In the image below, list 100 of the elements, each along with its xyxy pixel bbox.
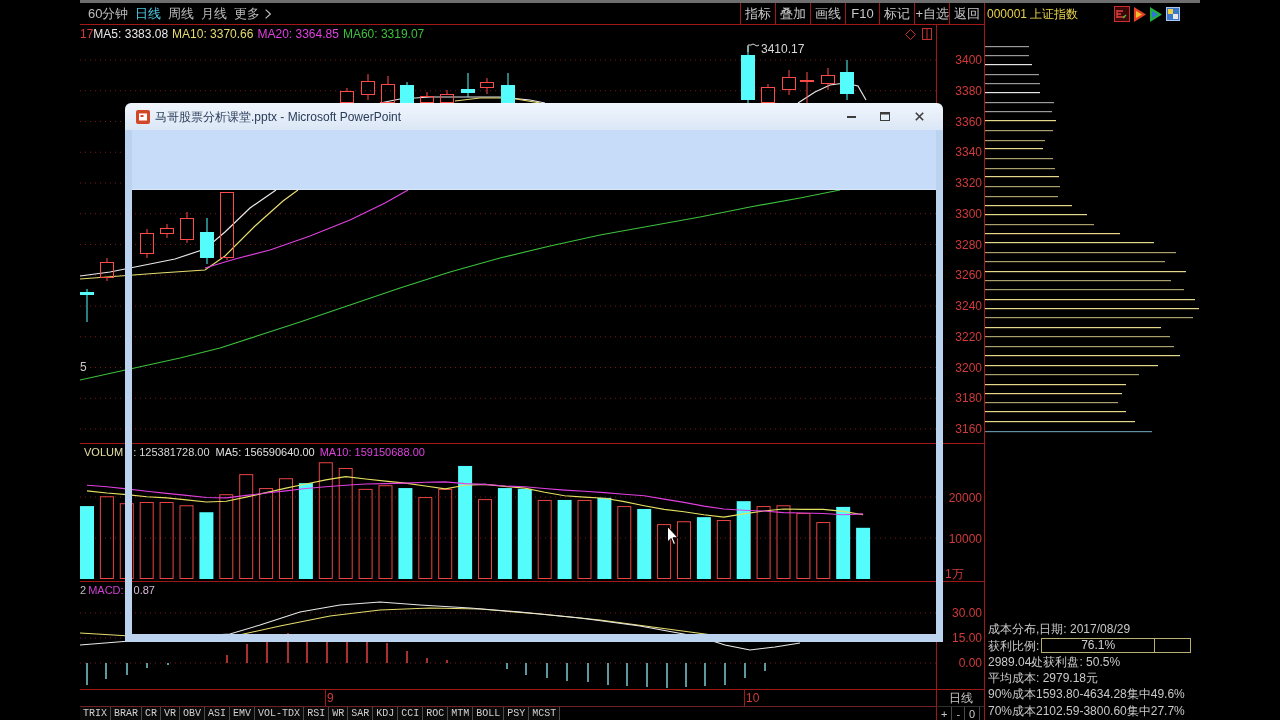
rising-candle <box>361 73 375 101</box>
stock-title: 000001 上证指数 <box>987 7 1079 21</box>
profit-ratio-label: 获利比例: <box>988 637 1040 654</box>
indicator-tab[interactable]: EMV <box>230 707 256 720</box>
rising-candle <box>340 87 354 103</box>
toolbar-button[interactable]: +自选 <box>914 3 950 24</box>
legend-fragment: 17 <box>80 27 94 41</box>
rising-candle <box>180 211 194 244</box>
indicator-tab[interactable]: ASI <box>205 707 231 720</box>
price-axis-label: 3260 <box>955 268 982 283</box>
indicator-tab[interactable]: TRIX <box>80 707 111 720</box>
ma5-line <box>797 82 867 104</box>
price-axis-label: 3320 <box>955 176 982 190</box>
mouse-pointer-icon <box>667 526 679 545</box>
rising-candle <box>761 83 775 103</box>
indicator-tab[interactable]: VR <box>161 707 181 720</box>
app-icon <box>136 109 150 124</box>
indicator-tab[interactable]: CR <box>142 707 162 720</box>
falling-candle <box>80 288 94 323</box>
rising-candle <box>100 257 114 282</box>
indicator-tab[interactable]: PSY <box>504 707 530 720</box>
period-tab[interactable]: 日线 <box>135 5 162 22</box>
price-axis-label: 3240 <box>955 299 982 313</box>
y-tick-label: 20000 <box>948 490 982 505</box>
falling-candle <box>400 81 414 104</box>
price-axis-label: 3200 <box>955 360 982 375</box>
indicator-tab[interactable]: CCI <box>398 707 424 720</box>
price-axis-label: 3220 <box>955 329 982 344</box>
maximize-icon <box>880 112 890 121</box>
period-tab[interactable]: 更多 <box>234 5 272 22</box>
period-tab[interactable]: 月线 <box>201 5 228 22</box>
chevron-right-icon <box>265 8 272 19</box>
high-price-label: 3410.17 <box>761 42 805 56</box>
cost-stat-text: 70%成本2102.59-3800.60集中27.7% <box>988 702 1186 719</box>
falling-candle <box>501 72 515 104</box>
cost-date-text: 成本分布,日期: 2017/08/29 <box>988 621 1132 638</box>
legend-fragment: 2 <box>80 583 87 597</box>
price-axis-label: 3400 <box>955 53 982 67</box>
volume-ma5-value: MA5: 156590640.00 <box>215 445 315 459</box>
panel-toggle-icon[interactable] <box>922 28 932 40</box>
indicator-tab[interactable]: VOL-TDX <box>255 707 305 720</box>
ma-value: MA10: 3370.66 <box>172 27 254 41</box>
macd-axis-label: 0.00 <box>958 656 982 670</box>
rising-candle <box>381 75 395 103</box>
play-icon[interactable] <box>1150 6 1162 22</box>
cost-stat-text: 2989.04处获利盘: 50.5% <box>988 653 1122 671</box>
window-title: 马哥股票分析课堂.pptx - Microsoft PowerPoint <box>155 109 402 124</box>
macd-axis-label: 15.00 <box>951 631 982 645</box>
price-label-fragment: 5 <box>80 360 87 374</box>
rising-candle <box>140 228 154 259</box>
rising-candle <box>440 89 454 103</box>
date-axis-label: 9 <box>325 690 334 706</box>
y-tick-label: 10000 <box>948 531 982 546</box>
indicator-tab[interactable]: BOLL <box>473 707 505 720</box>
diamond-icon[interactable] <box>905 28 916 40</box>
volume-ma10-value: MA10: 159150688.00 <box>319 445 425 459</box>
date-axis-label: 10 <box>744 690 760 706</box>
cost-stat-text: 平均成本: 2979.18元 <box>988 670 1100 687</box>
period-tab[interactable]: 60分钟 <box>88 5 129 22</box>
rising-candle <box>480 77 494 95</box>
price-axis-label: 3180 <box>955 391 982 406</box>
indicator-tab[interactable]: MTM <box>448 707 474 720</box>
indicator-tab[interactable]: ROC <box>423 707 449 720</box>
rising-candle <box>782 69 796 96</box>
close-icon <box>914 112 924 121</box>
falling-candle <box>200 217 214 265</box>
rising-candle <box>220 191 234 261</box>
picture-icon[interactable] <box>1166 7 1180 21</box>
rising-candle <box>821 67 835 91</box>
price-axis-label: 3380 <box>955 83 982 98</box>
minimize-icon <box>846 115 856 118</box>
indicator-tab[interactable]: KDJ <box>373 707 399 720</box>
price-axis-label: 3300 <box>955 206 982 221</box>
indicator-tab[interactable]: WR <box>329 707 349 720</box>
rising-candle <box>160 223 174 239</box>
macd-axis-label: 30.00 <box>951 606 982 620</box>
ma-value: MA60: 3319.07 <box>342 27 425 41</box>
indicator-tab[interactable]: RSI <box>304 707 330 720</box>
cost-stat-text: 90%成本1593.80-4634.28集中49.6% <box>988 686 1186 703</box>
falling-candle <box>461 72 475 98</box>
play-icon[interactable] <box>1134 6 1146 22</box>
volume-unit-label: 1万 <box>945 567 964 581</box>
high-marker-line <box>747 43 760 53</box>
ma-value: MA5: 3383.08 <box>93 27 169 41</box>
price-axis-label: 3160 <box>955 422 982 436</box>
price-axis-label: 3340 <box>955 145 982 160</box>
indicator-tab[interactable]: BRAR <box>111 707 143 720</box>
ma-value: MA20: 3364.85 <box>257 27 339 41</box>
price-axis-label: 3280 <box>955 237 982 252</box>
rising-candle <box>420 91 434 103</box>
volume-value: : 125381728.00 <box>133 445 210 459</box>
chart-icon[interactable] <box>1114 6 1130 22</box>
indicator-tab[interactable]: MCST <box>529 707 561 720</box>
volume-label: VOLUM <box>84 445 124 459</box>
profit-ratio-value: 76.1% <box>1081 639 1116 653</box>
indicator-tab[interactable]: SAR <box>348 707 374 720</box>
indicator-tab[interactable]: OBV <box>180 707 206 720</box>
rising-candle <box>800 71 814 104</box>
period-tab[interactable]: 周线 <box>168 5 195 22</box>
period-label: 日线 <box>948 691 973 705</box>
